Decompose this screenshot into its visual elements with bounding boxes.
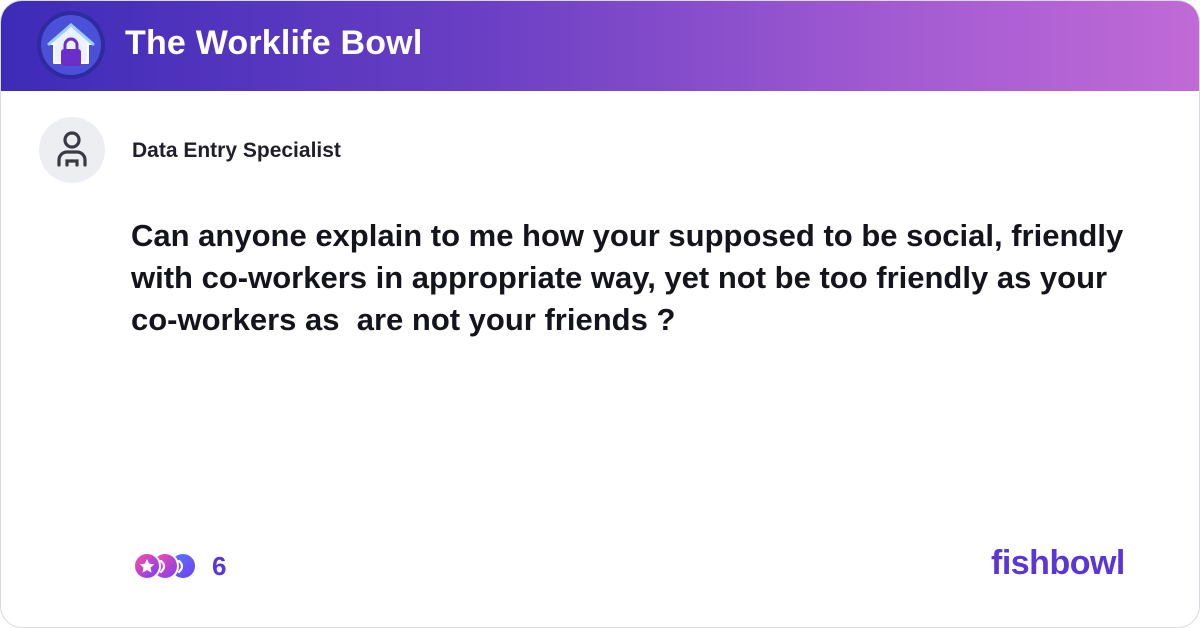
reaction-stack-icon[interactable] (131, 550, 201, 582)
bowl-title[interactable]: The Worklife Bowl (125, 24, 422, 63)
post-question: Can anyone explain to me how your suppos… (131, 218, 1132, 337)
avatar (39, 117, 105, 183)
user-icon (57, 131, 87, 167)
post-card: The Worklife Bowl Data Entry Specialist … (0, 0, 1200, 628)
fishbowl-logo[interactable]: fishbowl (991, 544, 1125, 583)
bowl-header: The Worklife Bowl (1, 1, 1199, 91)
reaction-count: 6 (212, 551, 227, 581)
author-title: Data Entry Specialist (132, 139, 341, 162)
house-lock-icon (37, 11, 105, 79)
